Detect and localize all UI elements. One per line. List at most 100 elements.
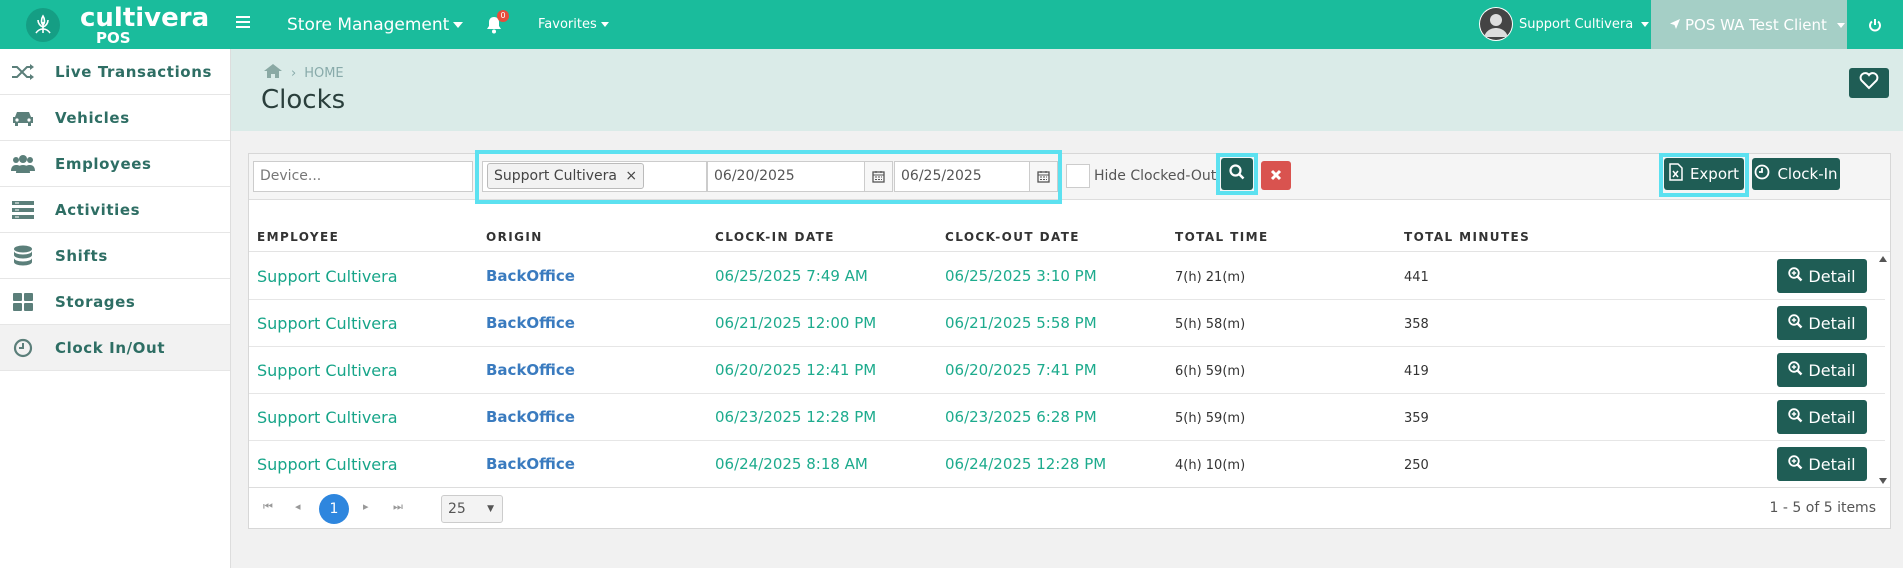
origin-cell[interactable]: BackOffice — [486, 267, 575, 285]
sidebar-item-vehicles[interactable]: Vehicles — [0, 95, 230, 141]
sidebar-item-label: Shifts — [55, 246, 108, 265]
employee-cell[interactable]: Support Cultivera — [257, 314, 398, 333]
zoom-in-icon — [1788, 407, 1803, 427]
favorite-button[interactable] — [1849, 68, 1889, 98]
store-management-menu[interactable]: Store Management — [287, 0, 464, 49]
clock-in-cell[interactable]: 06/25/2025 7:49 AM — [715, 267, 868, 285]
clock-out-cell[interactable]: 06/24/2025 12:28 PM — [945, 455, 1106, 473]
total-time-cell: 5(h) 59(m) — [1175, 411, 1246, 426]
breadcrumb-home[interactable]: HOME — [304, 66, 343, 81]
hamburger-menu-icon[interactable] — [236, 16, 250, 30]
clock-out-cell[interactable]: 06/21/2025 5:58 PM — [945, 314, 1097, 332]
favorites-menu[interactable]: Favorites — [538, 0, 609, 49]
sidebar-item-activities[interactable]: Activities — [0, 187, 230, 233]
detail-button[interactable]: Detail — [1777, 306, 1867, 340]
detail-button[interactable]: Detail — [1777, 447, 1867, 481]
origin-cell[interactable]: BackOffice — [486, 314, 575, 332]
hide-clocked-out-checkbox[interactable] — [1066, 164, 1090, 188]
next-page-icon[interactable]: ▸ — [363, 500, 369, 513]
clock-icon — [10, 338, 36, 358]
export-button[interactable]: Export — [1664, 158, 1744, 190]
store-management-label: Store Management — [287, 15, 450, 35]
total-minutes-cell: 250 — [1404, 458, 1429, 473]
date-to-value: 06/25/2025 — [901, 168, 982, 184]
sidebar-item-shifts[interactable]: Shifts — [0, 233, 230, 279]
pager: ⏮ ◂ 1 ▸ ⏭ 25 ▼ 1 - 5 of 5 items — [249, 487, 1890, 529]
origin-cell[interactable]: BackOffice — [486, 408, 575, 426]
cultivera-logo[interactable]: cultivera POS — [26, 4, 226, 46]
table-row: Support Cultivera BackOffice 06/20/2025 12… — [249, 347, 1885, 394]
clock-in-cell[interactable]: 06/23/2025 12:28 PM — [715, 408, 876, 426]
total-minutes-cell: 419 — [1404, 364, 1429, 379]
calendar-icon[interactable] — [1029, 162, 1057, 191]
employee-cell[interactable]: Support Cultivera — [257, 267, 398, 286]
column-header-origin[interactable]: ORIGIN — [486, 230, 543, 244]
user-menu[interactable]: Support Cultivera — [1519, 0, 1650, 49]
notification-badge: 0 — [497, 10, 509, 22]
user-name: Support Cultivera — [1519, 17, 1634, 32]
hide-clocked-out-label: Hide Clocked-Out — [1094, 168, 1217, 184]
first-page-icon[interactable]: ⏮ — [263, 500, 273, 514]
origin-cell[interactable]: BackOffice — [486, 455, 575, 473]
clock-in-label: Clock-In — [1777, 165, 1838, 183]
date-from-value: 06/20/2025 — [714, 168, 795, 184]
device-input[interactable]: Device... — [253, 161, 473, 192]
home-icon[interactable] — [263, 63, 283, 83]
page-size-value: 25 — [448, 501, 466, 517]
caret-down-icon — [1836, 23, 1845, 28]
sidebar-item-clock-in-out[interactable]: Clock In/Out — [0, 325, 230, 371]
power-icon[interactable] — [1847, 0, 1903, 49]
employee-tag[interactable]: Support Cultivera × — [487, 163, 645, 189]
last-page-icon[interactable]: ⏭ — [393, 500, 403, 514]
caret-down-icon — [453, 22, 464, 28]
detail-button[interactable]: Detail — [1777, 400, 1867, 434]
total-minutes-cell: 358 — [1404, 317, 1429, 332]
clock-out-cell[interactable]: 06/25/2025 3:10 PM — [945, 267, 1097, 285]
clock-out-cell[interactable]: 06/20/2025 7:41 PM — [945, 361, 1097, 379]
column-header-total-time[interactable]: TOTAL TIME — [1175, 230, 1269, 244]
remove-tag-icon[interactable]: × — [625, 168, 637, 184]
employee-cell[interactable]: Support Cultivera — [257, 455, 398, 474]
caret-down-icon — [1641, 22, 1650, 27]
zoom-in-icon — [1788, 313, 1803, 333]
date-from-field[interactable]: 06/20/2025 — [707, 161, 893, 192]
column-header-total-minutes[interactable]: TOTAL MINUTES — [1404, 230, 1530, 244]
excel-file-icon — [1669, 163, 1683, 185]
clock-out-cell[interactable]: 06/23/2025 6:28 PM — [945, 408, 1097, 426]
calendar-icon[interactable] — [864, 162, 892, 191]
origin-cell[interactable]: BackOffice — [486, 361, 575, 379]
sidebar-item-employees[interactable]: Employees — [0, 141, 230, 187]
chevron-down-icon: ▼ — [487, 504, 494, 514]
clock-in-cell[interactable]: 06/21/2025 12:00 PM — [715, 314, 876, 332]
employee-cell[interactable]: Support Cultivera — [257, 361, 398, 380]
users-icon — [10, 154, 36, 174]
detail-button[interactable]: Detail — [1777, 259, 1867, 293]
caret-down-icon — [600, 22, 609, 27]
prev-page-icon[interactable]: ◂ — [295, 500, 301, 513]
employee-cell[interactable]: Support Cultivera — [257, 408, 398, 427]
export-label: Export — [1689, 165, 1740, 183]
search-button[interactable] — [1221, 158, 1253, 190]
column-header-clock-in[interactable]: CLOCK-IN DATE — [715, 230, 835, 244]
clear-filters-button[interactable] — [1261, 161, 1291, 190]
sidebar-item-live-transactions[interactable]: Live Transactions — [0, 49, 230, 95]
clock-in-cell[interactable]: 06/24/2025 8:18 AM — [715, 455, 868, 473]
column-header-clock-out[interactable]: CLOCK-OUT DATE — [945, 230, 1080, 244]
close-icon — [1270, 167, 1282, 185]
detail-label: Detail — [1808, 407, 1856, 427]
clock-in-cell[interactable]: 06/20/2025 12:41 PM — [715, 361, 876, 379]
page-size-select[interactable]: 25 ▼ — [441, 495, 503, 523]
detail-button[interactable]: Detail — [1777, 353, 1867, 387]
client-selector[interactable]: POS WA Test Client — [1651, 0, 1847, 49]
brand-sub: POS — [96, 29, 131, 47]
clock-in-button[interactable]: Clock-In — [1752, 158, 1840, 190]
column-header-employee[interactable]: EMPLOYEE — [257, 230, 339, 244]
avatar[interactable] — [1479, 7, 1513, 41]
heart-icon — [1859, 72, 1879, 94]
page-header: › HOME Clocks — [231, 49, 1903, 131]
shuffle-icon — [10, 62, 36, 82]
zoom-in-icon — [1788, 266, 1803, 286]
sidebar-item-storages[interactable]: Storages — [0, 279, 230, 325]
current-page[interactable]: 1 — [319, 494, 349, 524]
date-to-field[interactable]: 06/25/2025 — [894, 161, 1058, 192]
